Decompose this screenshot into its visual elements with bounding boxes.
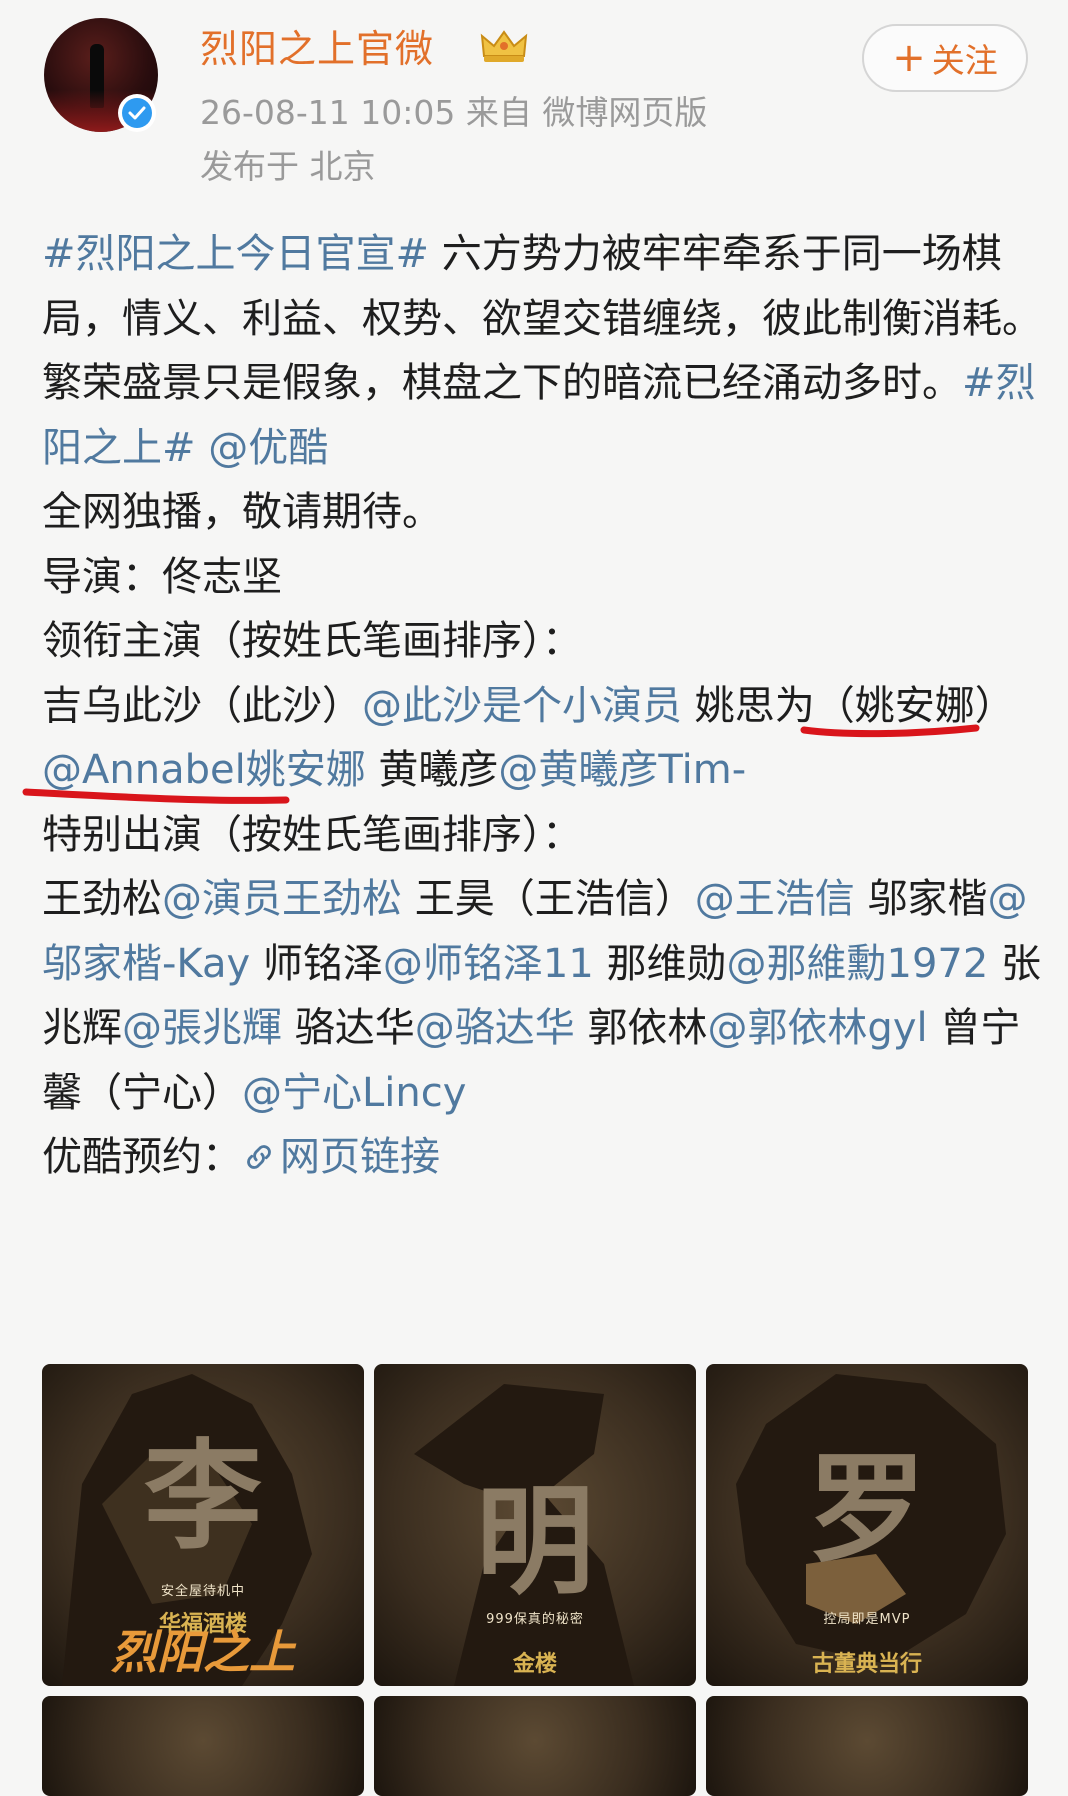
mention-link[interactable]: @演员王劲松 [162, 876, 402, 922]
mention-link[interactable]: @Annabel姚安娜 [42, 747, 366, 793]
web-link[interactable]: 网页链接 [242, 1134, 440, 1180]
poster-caption: 999保真的秘密 [486, 1612, 584, 1627]
plus-icon: + [892, 35, 926, 81]
poster-image-6[interactable] [706, 1696, 1028, 1796]
lead-cast: 吉乌此沙（此沙）@此沙是个小演员 姚思为（姚安娜）@Annabel姚安娜 黄曦彦… [42, 682, 1015, 794]
mention-link[interactable]: @郭依林gyl [707, 1005, 927, 1051]
account-name[interactable]: 烈阳之上官微 [200, 18, 434, 73]
image-grid: 李 安全屋待机中 华福酒楼 烈阳之上 明 999保真的秘密 金楼 罗 控局即是M… [42, 1364, 1028, 1796]
follow-label: 关注 [931, 41, 998, 80]
poster-image-2[interactable]: 明 999保真的秘密 金楼 [374, 1364, 696, 1686]
intro-paragraph: #烈阳之上今日官宣# 六方势力被牢牢牵系于同一场棋局，情义、利益、权势、欲望交错… [42, 231, 1042, 535]
poster-subtitle: 古董典当行 [811, 1652, 922, 1677]
poster-character: 罗 [807, 1439, 927, 1579]
hashtag-link[interactable]: #烈阳之上今日官宣# [42, 231, 429, 277]
poster-character: 明 [475, 1471, 595, 1611]
mention-link[interactable]: @骆达华 [415, 1005, 575, 1051]
mention-link[interactable]: @优酷 [208, 425, 328, 471]
post-meta: 26-08-11 10:05 来自 微博网页版 [200, 93, 708, 132]
poster-image-1[interactable]: 李 安全屋待机中 华福酒楼 烈阳之上 [42, 1364, 364, 1686]
special-heading: 特别出演（按姓氏笔画排序）： [42, 811, 582, 858]
follow-button[interactable]: + 关注 [862, 24, 1028, 92]
mention-link[interactable]: @师铭泽11 [383, 941, 594, 987]
mention-link[interactable]: @宁心Lincy [242, 1070, 466, 1116]
crown-icon [480, 30, 528, 62]
lead-heading: 领衔主演（按姓氏笔画排序）： [42, 618, 582, 664]
poster-caption: 控局即是MVP [823, 1612, 911, 1627]
director-line: 导演：佟志坚 [42, 553, 282, 600]
mention-link[interactable]: @王浩信 [695, 876, 855, 922]
poster-caption: 安全屋待机中 [160, 1584, 245, 1599]
verified-icon [118, 94, 156, 132]
mention-link[interactable]: @那維勳1972 [727, 941, 989, 987]
special-cast: 王劲松@演员王劲松 王昊（王浩信）@王浩信 邬家楷@邬家楷-Kay 师铭泽@师铭… [42, 876, 1042, 1116]
link-icon [247, 1145, 271, 1169]
poster-image-5[interactable] [374, 1696, 696, 1796]
post-text: #烈阳之上今日官宣# 六方势力被牢牢牵系于同一场棋局，情义、利益、权势、欲望交错… [42, 222, 1042, 1190]
poster-subtitle: 金楼 [512, 1652, 557, 1677]
mention-link[interactable]: @張兆輝 [122, 1005, 282, 1051]
mention-link[interactable]: @黄曦彦Tim- [498, 747, 746, 793]
highlighted-name: 姚思为（姚安娜） [694, 682, 1015, 729]
poster-image-4[interactable] [42, 1696, 364, 1796]
youku-line: 优酷预约： 网页链接 [42, 1134, 440, 1180]
post-location: 发布于 北京 [200, 147, 376, 186]
poster-character: 李 [143, 1426, 263, 1566]
poster-title: 烈阳之上 [111, 1625, 295, 1679]
poster-image-3[interactable]: 罗 控局即是MVP 古董典当行 [706, 1364, 1028, 1686]
mention-link[interactable]: @此沙是个小演员 [362, 683, 682, 729]
